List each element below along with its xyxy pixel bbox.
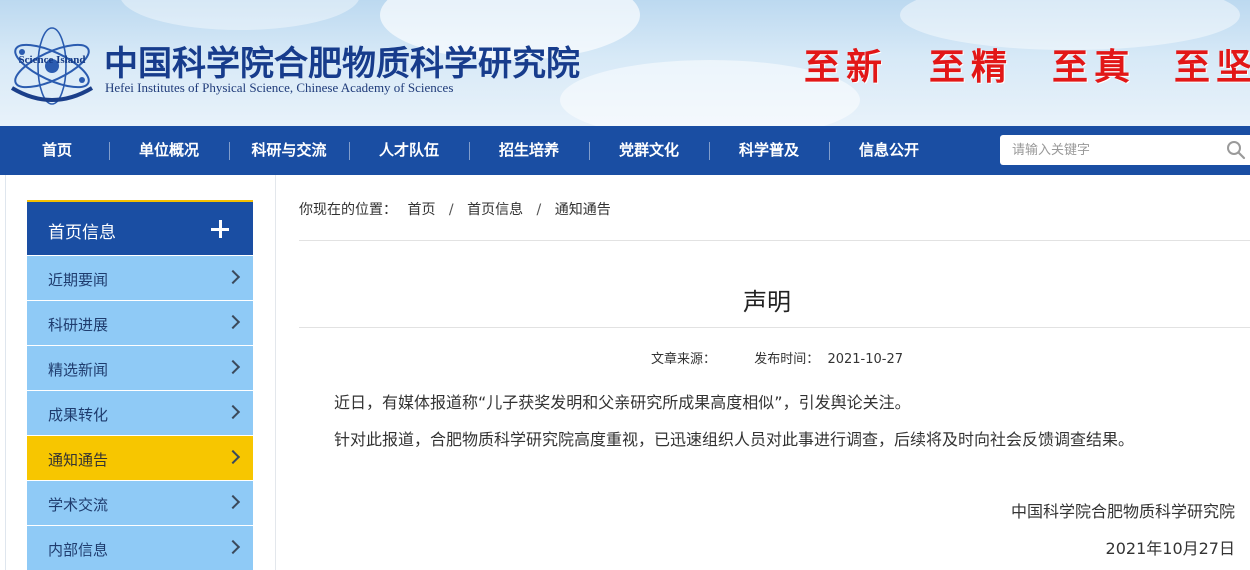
nav-item-public-info[interactable]: 信息公开: [829, 126, 949, 175]
chevron-right-icon: [225, 359, 241, 375]
motto-text: 至新: [804, 46, 889, 88]
sidebar-item-internal-info[interactable]: 内部信息: [27, 526, 253, 570]
sidebar-item-label: 近期要闻: [48, 271, 109, 289]
sidebar-item-recent-news[interactable]: 近期要闻: [27, 256, 253, 300]
main-nav: 首页 单位概况 科研与交流 人才队伍 招生培养 党群文化 科学普及 信息公开: [0, 126, 1250, 175]
institute-name-cn: 中国科学院合肥物质科学研究院: [104, 44, 580, 84]
sidebar-item-label: 科研进展: [48, 316, 109, 334]
source-label: 文章来源：: [651, 352, 717, 367]
sidebar-item-label: 成果转化: [48, 406, 109, 424]
content-divider: [275, 175, 276, 570]
article-meta: 文章来源： 发布时间： 2021-10-27: [651, 348, 903, 367]
chevron-right-icon: [225, 449, 241, 465]
sidebar-title: 首页信息: [48, 223, 116, 243]
sidebar-item-notices[interactable]: 通知通告: [27, 436, 253, 480]
header-banner: Science Island 中国科学院合肥物质科学研究院 Hefei Inst…: [0, 0, 1250, 126]
sidebar-item-featured-news[interactable]: 精选新闻: [27, 346, 253, 390]
sidebar-item-research-progress[interactable]: 科研进展: [27, 301, 253, 345]
breadcrumb-prefix: 你现在的位置：: [299, 202, 397, 218]
cloud-decoration: [120, 0, 360, 30]
divider: [299, 240, 1250, 241]
search-icon[interactable]: [1226, 140, 1246, 160]
sidebar-item-label: 学术交流: [48, 496, 109, 514]
divider: [299, 327, 1250, 328]
sidebar-item-label: 通知通告: [48, 451, 109, 469]
sidebar-header: 首页信息: [27, 200, 253, 255]
motto-text: 至坚: [1174, 46, 1250, 88]
search-input[interactable]: [1000, 135, 1220, 165]
institute-logo-icon[interactable]: Science Island: [6, 22, 98, 108]
nav-item-science-outreach[interactable]: 科学普及: [709, 126, 829, 175]
breadcrumb-link-home-info[interactable]: 首页信息: [467, 202, 523, 218]
sidebar-item-academic-exchange[interactable]: 学术交流: [27, 481, 253, 525]
signature-date: 2021年10月27日: [1105, 539, 1235, 558]
plus-icon[interactable]: [211, 220, 229, 238]
search-box: [1000, 135, 1250, 165]
nav-item-admissions[interactable]: 招生培养: [469, 126, 589, 175]
breadcrumb-link-home[interactable]: 首页: [407, 202, 435, 218]
nav-item-research[interactable]: 科研与交流: [229, 126, 349, 175]
page-left-border: [5, 175, 6, 570]
nav-item-home[interactable]: 首页: [0, 126, 117, 175]
article-paragraph: 近日，有媒体报道称“儿子获奖发明和父亲研究所成果高度相似”，引发舆论关注。: [334, 393, 911, 412]
nav-item-talent[interactable]: 人才队伍: [349, 126, 469, 175]
sidebar-item-label: 内部信息: [48, 541, 109, 559]
breadcrumb-separator: /: [448, 202, 454, 218]
breadcrumb-link-notices[interactable]: 通知通告: [555, 202, 611, 218]
article-paragraph: 针对此报道，合肥物质科学研究院高度重视，已迅速组织人员对此事进行调查，后续将及时…: [334, 430, 1135, 449]
chevron-right-icon: [225, 539, 241, 555]
motto-text: 至精: [929, 46, 1014, 88]
chevron-right-icon: [225, 269, 241, 285]
date-label: 发布时间：: [754, 352, 820, 367]
breadcrumb-separator: /: [536, 202, 542, 218]
article-title: 声明: [743, 288, 791, 316]
logo-text: Science Island: [19, 54, 86, 66]
date-value: 2021-10-27: [827, 352, 904, 367]
chevron-right-icon: [225, 494, 241, 510]
sidebar-item-label: 精选新闻: [48, 361, 109, 379]
nav-item-about[interactable]: 单位概况: [109, 126, 229, 175]
chevron-right-icon: [225, 404, 241, 420]
signature-org: 中国科学院合肥物质科学研究院: [1010, 502, 1235, 521]
sidebar-item-tech-transfer[interactable]: 成果转化: [27, 391, 253, 435]
nav-item-culture[interactable]: 党群文化: [589, 126, 709, 175]
breadcrumb: 你现在的位置： 首页 / 首页信息 / 通知通告: [299, 199, 611, 219]
motto-text: 至真: [1052, 46, 1137, 88]
institute-name-en: Hefei Institutes of Physical Science, Ch…: [105, 80, 454, 95]
sidebar: 首页信息 近期要闻 科研进展 精选新闻 成果转化 通知通告 学术交流 内部信息: [27, 200, 253, 570]
chevron-right-icon: [225, 314, 241, 330]
